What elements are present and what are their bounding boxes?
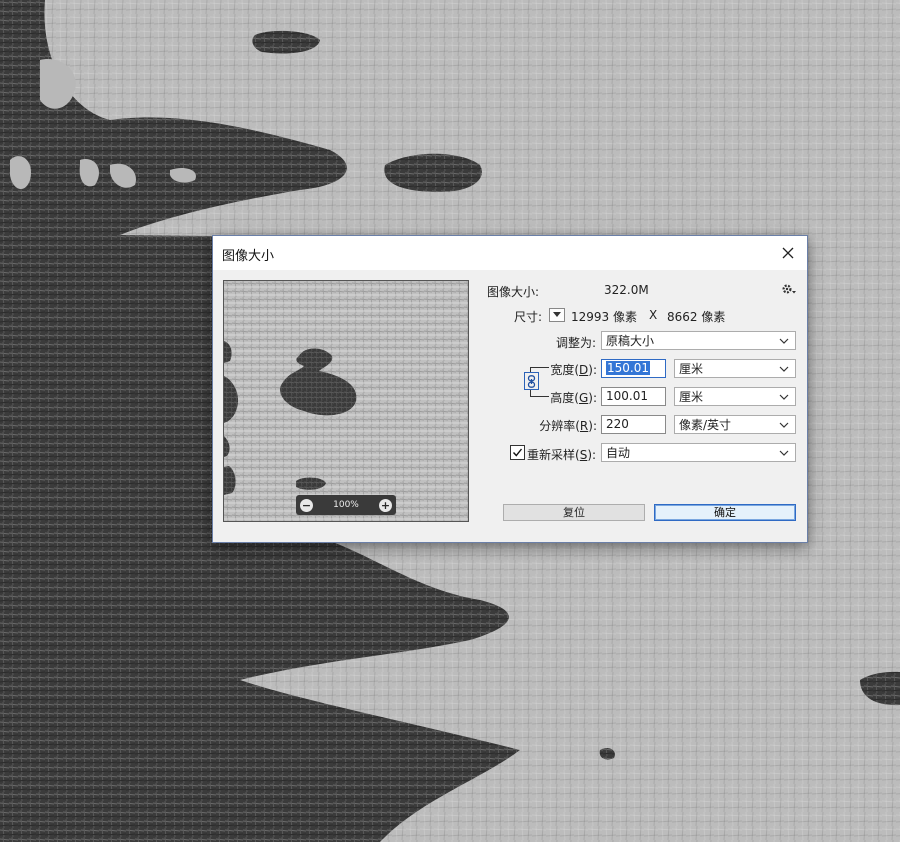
chevron-down-icon: [779, 422, 789, 428]
width-value: 150.01: [606, 361, 650, 375]
image-size-dialog: 图像大小 − 100% + 图像大小: 322.0M 尺寸: 12993 像素 …: [212, 235, 808, 543]
minus-icon: −: [301, 498, 312, 512]
dimensions-label: 尺寸:: [513, 310, 542, 324]
chevron-down-icon: [779, 366, 789, 372]
zoom-out-button[interactable]: −: [300, 498, 313, 512]
chain-link-icon: [527, 374, 536, 388]
reset-button[interactable]: 复位: [503, 504, 645, 521]
resample-label: 重新采样(S):: [527, 448, 597, 462]
close-button[interactable]: [769, 236, 807, 270]
height-input[interactable]: 100.01: [601, 387, 666, 406]
dimensions-x: X: [649, 308, 658, 322]
checkmark-icon: [512, 448, 523, 457]
fit-to-label: 调整为:: [555, 336, 596, 350]
resolution-label: 分辨率(R):: [539, 419, 597, 433]
dimensions-width: 12993 像素: [571, 310, 637, 324]
width-input[interactable]: 150.01: [601, 359, 666, 378]
height-label: 高度(G):: [550, 391, 597, 405]
resolution-unit-select[interactable]: 像素/英寸: [674, 415, 796, 434]
dialog-title: 图像大小: [222, 249, 275, 264]
resample-value: 自动: [606, 446, 631, 460]
resample-method-select[interactable]: 自动: [601, 443, 796, 462]
fit-to-value: 原稿大小: [606, 334, 655, 348]
resample-checkbox[interactable]: [510, 445, 525, 460]
height-unit-select[interactable]: 厘米: [674, 387, 796, 406]
ok-button[interactable]: 确定: [654, 504, 796, 521]
zoom-in-button[interactable]: +: [378, 498, 392, 512]
resolution-unit: 像素/英寸: [679, 418, 732, 432]
plus-icon: +: [380, 498, 391, 512]
zoom-control: − 100% +: [296, 495, 396, 515]
image-size-label: 图像大小:: [486, 285, 539, 299]
dialog-titlebar: 图像大小: [213, 236, 807, 270]
chevron-down-icon: [779, 394, 789, 400]
dimensions-unit-dropdown[interactable]: [549, 308, 565, 322]
width-unit-select[interactable]: 厘米: [674, 359, 796, 378]
dimensions-height: 8662 像素: [667, 310, 726, 324]
close-icon: [782, 247, 794, 259]
zoom-level: 100%: [333, 500, 359, 510]
height-unit: 厘米: [679, 390, 704, 404]
gear-icon[interactable]: [781, 282, 797, 296]
resolution-value: 220: [606, 417, 629, 431]
image-size-value: 322.0M: [604, 283, 649, 297]
preview-image: [224, 281, 468, 521]
height-value: 100.01: [606, 389, 648, 403]
resolution-input[interactable]: 220: [601, 415, 666, 434]
chevron-down-icon: [779, 450, 789, 456]
image-preview[interactable]: − 100% +: [223, 280, 469, 522]
chevron-down-icon: [779, 338, 789, 344]
width-unit: 厘米: [679, 362, 704, 376]
width-label: 宽度(D):: [550, 363, 597, 377]
triangle-down-icon: [553, 312, 561, 317]
fit-to-select[interactable]: 原稿大小: [601, 331, 796, 350]
